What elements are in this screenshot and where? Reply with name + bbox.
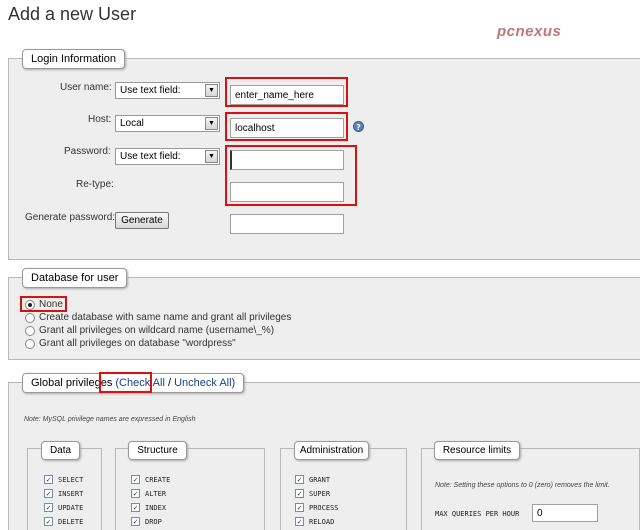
checkbox-checked[interactable]: ✓ (131, 475, 140, 484)
privilege-label: CREATE (145, 475, 171, 484)
max-queries-label: MAX QUERIES PER HOUR (435, 510, 520, 518)
page-title: Add a new User (8, 4, 137, 24)
checkbox-checked[interactable]: ✓ (295, 503, 304, 512)
radio-label: Grant all privileges on wildcard name (u… (39, 325, 275, 336)
privilege-label: GRANT (309, 475, 331, 484)
privilege-label: DROP (145, 517, 162, 526)
privilege-label: RELOAD (309, 517, 335, 526)
checkbox-checked[interactable]: ✓ (295, 517, 304, 526)
resource-limits-note: Note: Setting these options to 0 (zero) … (435, 482, 610, 489)
password-label: Password: (64, 146, 111, 157)
privilege-reload[interactable]: ✓ RELOAD (295, 517, 334, 526)
administration-group-legend: Administration (294, 441, 369, 460)
radio-wildcard[interactable]: Grant all privileges on wildcard name (u… (25, 325, 274, 336)
privilege-super[interactable]: ✓ SUPER (295, 489, 330, 498)
checkbox-checked[interactable]: ✓ (44, 517, 53, 526)
privilege-label: UPDATE (58, 503, 84, 512)
privilege-drop[interactable]: ✓ DROP (131, 517, 162, 526)
database-for-user-legend: Database for user (22, 268, 128, 288)
uncheck-all-link[interactable]: Uncheck All) (174, 377, 235, 389)
chevron-down-icon: ▼ (205, 150, 218, 163)
host-label: Host: (88, 114, 112, 125)
privilege-create[interactable]: ✓ CREATE (131, 475, 170, 484)
retype-label: Re-type: (76, 179, 114, 190)
privilege-label: SUPER (309, 489, 331, 498)
privilege-select[interactable]: ✓ SELECT (44, 475, 83, 484)
checkbox-checked[interactable]: ✓ (131, 489, 140, 498)
structure-group-legend: Structure (128, 441, 187, 460)
radio-button[interactable] (25, 325, 35, 336)
privilege-process[interactable]: ✓ PROCESS (295, 503, 339, 512)
checkbox-checked[interactable]: ✓ (44, 489, 53, 498)
privilege-names-note: Note: MySQL privilege names are expresse… (24, 416, 196, 423)
privilege-label: SELECT (58, 475, 84, 484)
checkbox-checked[interactable]: ✓ (295, 475, 304, 484)
privilege-label: INDEX (145, 503, 167, 512)
generate-button[interactable]: Generate (115, 212, 169, 229)
privilege-grant[interactable]: ✓ GRANT (295, 475, 330, 484)
radio-label: Grant all privileges on database "wordpr… (39, 338, 236, 349)
host-mode-value: Local (120, 118, 144, 129)
generate-password-label: Generate password: (25, 212, 116, 223)
username-mode-value: Use text field: (120, 85, 181, 96)
generated-password-input[interactable] (230, 214, 344, 234)
checkbox-checked[interactable]: ✓ (44, 503, 53, 512)
privilege-index[interactable]: ✓ INDEX (131, 503, 166, 512)
privilege-label: ALTER (145, 489, 167, 498)
radio-button[interactable] (25, 312, 35, 323)
link-separator: / (164, 377, 175, 389)
data-group-legend: Data (41, 441, 80, 460)
chevron-down-icon: ▼ (205, 84, 218, 97)
password-highlight (225, 145, 357, 206)
privilege-insert[interactable]: ✓ INSERT (44, 489, 83, 498)
password-mode-value: Use text field: (120, 151, 181, 162)
help-icon[interactable]: ? (353, 121, 364, 132)
username-label: User name: (60, 82, 112, 93)
check-all-highlight (99, 372, 152, 393)
radio-label: Create database with same name and grant… (39, 312, 292, 323)
radio-create-database[interactable]: Create database with same name and grant… (25, 312, 291, 323)
username-highlight (225, 77, 348, 107)
max-queries-input[interactable]: 0 (532, 504, 598, 522)
privilege-label: INSERT (58, 489, 84, 498)
host-highlight (225, 112, 348, 141)
checkbox-checked[interactable]: ✓ (295, 489, 304, 498)
checkbox-checked[interactable]: ✓ (44, 475, 53, 484)
radio-wordpress[interactable]: Grant all privileges on database "wordpr… (25, 338, 236, 349)
chevron-down-icon: ▼ (205, 117, 218, 130)
checkbox-checked[interactable]: ✓ (131, 517, 140, 526)
privilege-alter[interactable]: ✓ ALTER (131, 489, 166, 498)
checkbox-checked[interactable]: ✓ (131, 503, 140, 512)
privilege-delete[interactable]: ✓ DELETE (44, 517, 83, 526)
host-mode-select[interactable]: Local ▼ (115, 115, 220, 132)
privilege-label: DELETE (58, 517, 84, 526)
password-mode-select[interactable]: Use text field: ▼ (115, 148, 220, 165)
login-information-legend: Login Information (22, 49, 125, 69)
radio-button[interactable] (25, 338, 35, 349)
watermark-logo: pcnexus (497, 23, 562, 40)
privilege-update[interactable]: ✓ UPDATE (44, 503, 83, 512)
username-mode-select[interactable]: Use text field: ▼ (115, 82, 220, 99)
resource-limits-legend: Resource limits (434, 441, 520, 460)
none-highlight (20, 296, 67, 312)
privilege-label: PROCESS (309, 503, 339, 512)
